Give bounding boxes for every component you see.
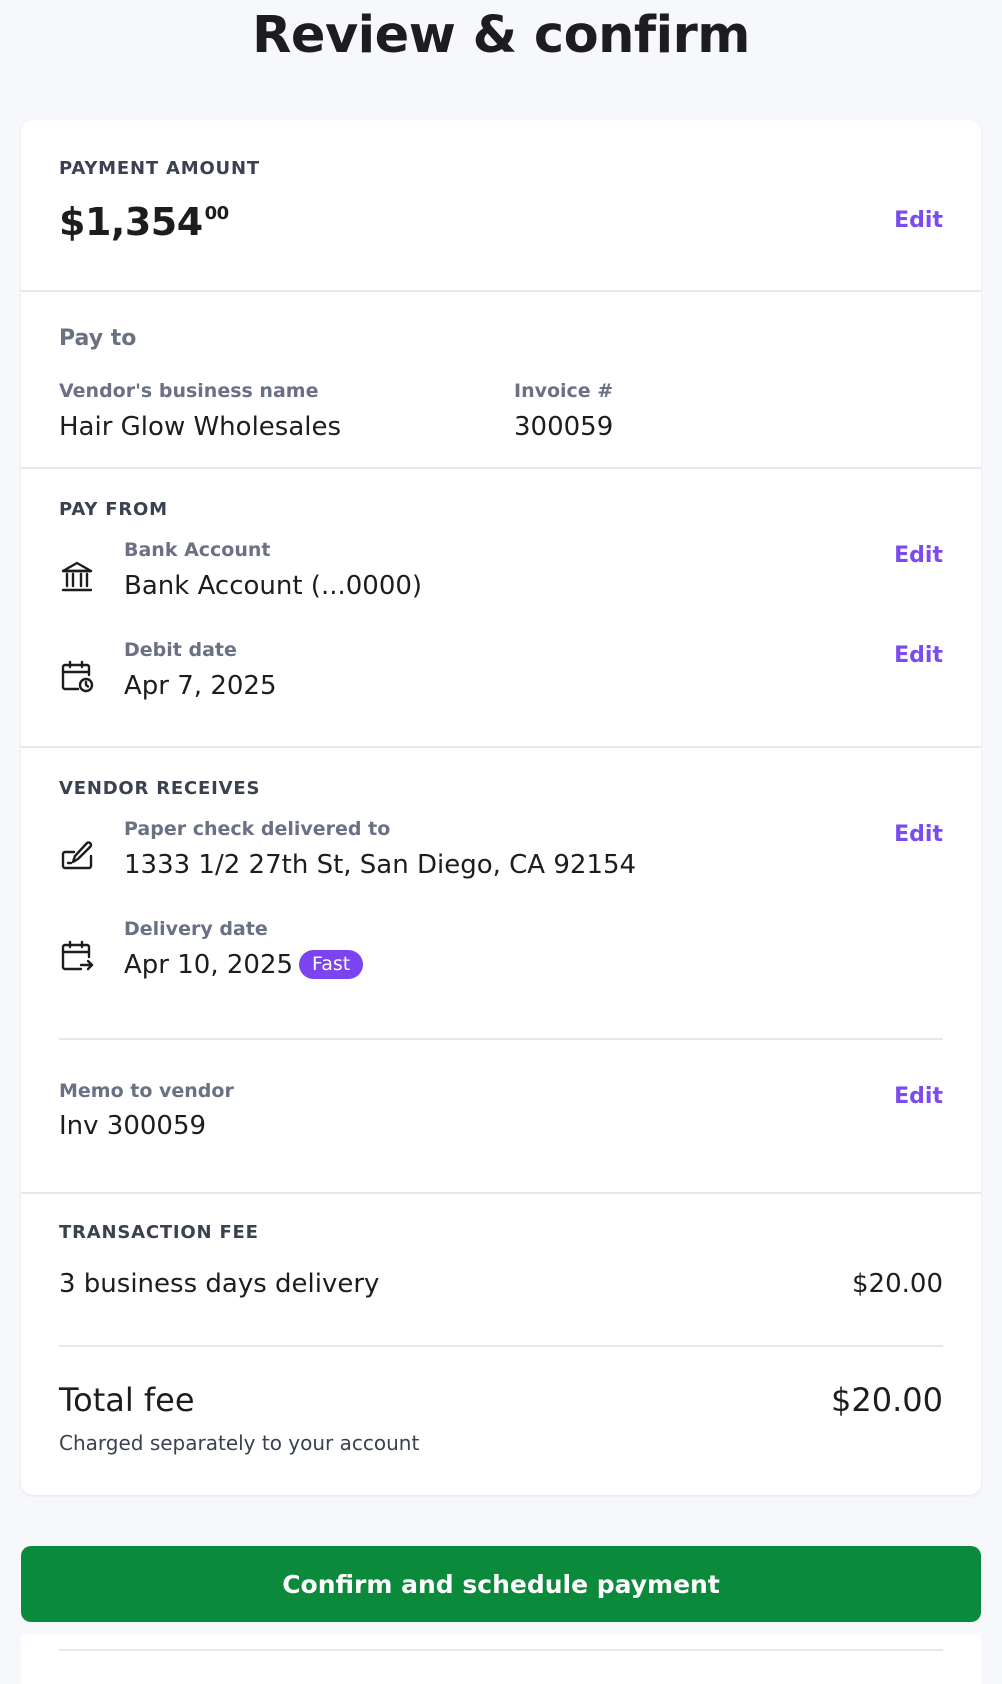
total-fee-note: Charged separately to your account (59, 1431, 420, 1455)
vendor-receives-section: VENDOR RECEIVES Paper check delivered to… (21, 748, 981, 1194)
payment-amount-section: PAYMENT AMOUNT $1,354 00 Edit (21, 120, 981, 292)
edit-delivery-address-button[interactable]: Edit (894, 822, 943, 847)
pay-from-section: PAY FROM Bank Account Bank Account (...0… (21, 469, 981, 748)
bank-account-value: Bank Account (...0000) (124, 571, 423, 601)
transaction-fee-overline: TRANSACTION FEE (59, 1222, 259, 1243)
pay-to-heading: Pay to (59, 326, 137, 351)
review-confirm-page: Review & confirm PAYMENT AMOUNT $1,354 00… (0, 0, 1002, 1684)
debit-date-label: Debit date (124, 639, 237, 661)
page-title: Review & confirm (252, 6, 750, 65)
check-sign-icon (59, 838, 95, 874)
fee-line-label: 3 business days delivery (59, 1269, 380, 1299)
total-fee-amount: $20.00 (831, 1381, 943, 1419)
vendor-name-value: Hair Glow Wholesales (59, 412, 342, 442)
fast-badge: Fast (299, 950, 364, 979)
edit-debit-date-button[interactable]: Edit (894, 643, 943, 668)
payment-amount-value: $1,354 00 (59, 200, 229, 244)
bottom-panel (21, 1635, 981, 1684)
invoice-number-label: Invoice # (514, 380, 614, 402)
delivery-date-value: Apr 10, 2025 (124, 950, 294, 980)
fee-divider (59, 1345, 943, 1347)
pay-from-overline: PAY FROM (59, 499, 168, 520)
memo-value: Inv 300059 (59, 1111, 207, 1141)
bank-account-label: Bank Account (124, 539, 271, 561)
transaction-fee-section: TRANSACTION FEE 3 business days delivery… (21, 1194, 981, 1495)
delivery-date-row: Apr 10, 2025 Fast (124, 950, 364, 980)
bank-icon (59, 559, 95, 595)
edit-bank-account-button[interactable]: Edit (894, 543, 943, 568)
vendor-name-label: Vendor's business name (59, 380, 319, 402)
confirm-schedule-payment-button[interactable]: Confirm and schedule payment (21, 1546, 981, 1622)
invoice-number-value: 300059 (514, 412, 614, 442)
pay-to-section: Pay to Vendor's business name Hair Glow … (21, 292, 981, 469)
fee-line-amount: $20.00 (852, 1269, 943, 1299)
total-fee-label: Total fee (59, 1381, 195, 1419)
payment-amount-dollars: $1,354 (59, 200, 203, 244)
review-card: PAYMENT AMOUNT $1,354 00 Edit Pay to Vend… (21, 120, 981, 1495)
paper-check-address: 1333 1/2 27th St, San Diego, CA 92154 (124, 850, 637, 880)
debit-date-value: Apr 7, 2025 (124, 671, 277, 701)
bottom-divider (59, 1649, 943, 1651)
memo-divider (59, 1038, 943, 1040)
edit-memo-button[interactable]: Edit (894, 1084, 943, 1109)
payment-amount-cents: 00 (204, 203, 230, 224)
edit-amount-button[interactable]: Edit (894, 208, 943, 233)
payment-amount-overline: PAYMENT AMOUNT (59, 158, 260, 179)
calendar-arrow-icon (59, 938, 95, 974)
vendor-receives-overline: VENDOR RECEIVES (59, 778, 261, 799)
delivery-date-label: Delivery date (124, 918, 268, 940)
memo-label: Memo to vendor (59, 1080, 234, 1102)
paper-check-label: Paper check delivered to (124, 818, 391, 840)
calendar-clock-icon (59, 658, 95, 694)
